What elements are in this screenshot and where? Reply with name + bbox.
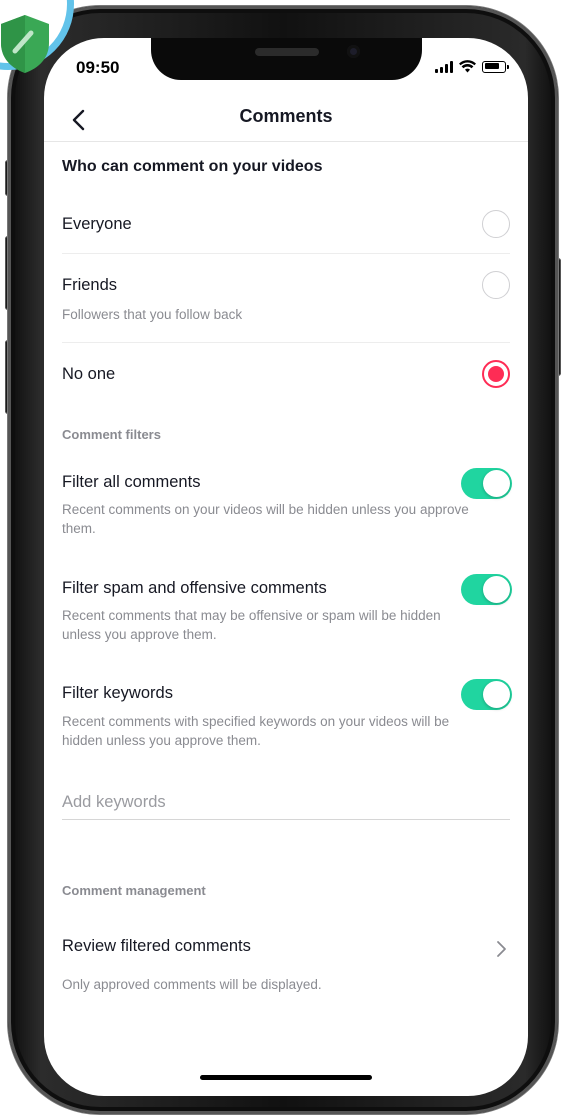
home-indicator <box>200 1075 372 1080</box>
option-friends-label: Friends <box>62 276 118 294</box>
nav-bar: Comments <box>44 98 528 142</box>
front-camera <box>347 45 360 58</box>
comment-filters-heading: Comment filters <box>62 427 161 442</box>
add-keywords-input[interactable] <box>62 786 510 820</box>
filter-all-description: Recent comments on your videos will be h… <box>62 502 469 536</box>
phone-screen: 09:50 Comments Who can comment on your v… <box>44 38 528 1096</box>
filter-spam-label: Filter spam and offensive comments <box>62 579 327 597</box>
option-no-one-label: No one <box>62 365 116 383</box>
divider <box>62 253 510 254</box>
filter-spam-toggle[interactable] <box>461 574 512 605</box>
who-can-comment-heading: Who can comment on your videos <box>62 158 323 175</box>
earpiece-speaker <box>255 48 319 56</box>
filter-keywords-description: Recent comments with specified keywords … <box>62 714 450 748</box>
status-time: 09:50 <box>76 58 120 77</box>
filter-keywords-toggle[interactable] <box>461 679 512 710</box>
divider <box>62 342 510 343</box>
device-mockup: 09:50 Comments Who can comment on your v… <box>0 0 562 1118</box>
notch <box>151 38 422 80</box>
option-no-one-radio[interactable] <box>482 360 510 388</box>
signal-icon <box>435 60 453 73</box>
option-everyone-radio[interactable] <box>482 210 510 238</box>
option-friends-description: Followers that you follow back <box>62 307 243 322</box>
filter-all-label: Filter all comments <box>62 473 201 491</box>
filter-spam-description: Recent comments that may be offensive or… <box>62 608 441 642</box>
filter-keywords-label: Filter keywords <box>62 684 173 702</box>
review-filtered-comments-label: Review filtered comments <box>62 937 251 955</box>
chevron-right-icon <box>497 941 506 957</box>
page-title: Comments <box>239 106 333 126</box>
review-filtered-comments-description: Only approved comments will be displayed… <box>62 977 322 992</box>
status-icons <box>435 60 509 73</box>
option-everyone-label: Everyone <box>62 215 132 233</box>
wifi-icon <box>459 60 476 73</box>
option-friends-radio[interactable] <box>482 271 510 299</box>
filter-all-toggle[interactable] <box>461 468 512 499</box>
shield-check-icon <box>1 15 49 73</box>
comment-management-heading: Comment management <box>62 883 206 898</box>
battery-icon <box>482 60 509 73</box>
